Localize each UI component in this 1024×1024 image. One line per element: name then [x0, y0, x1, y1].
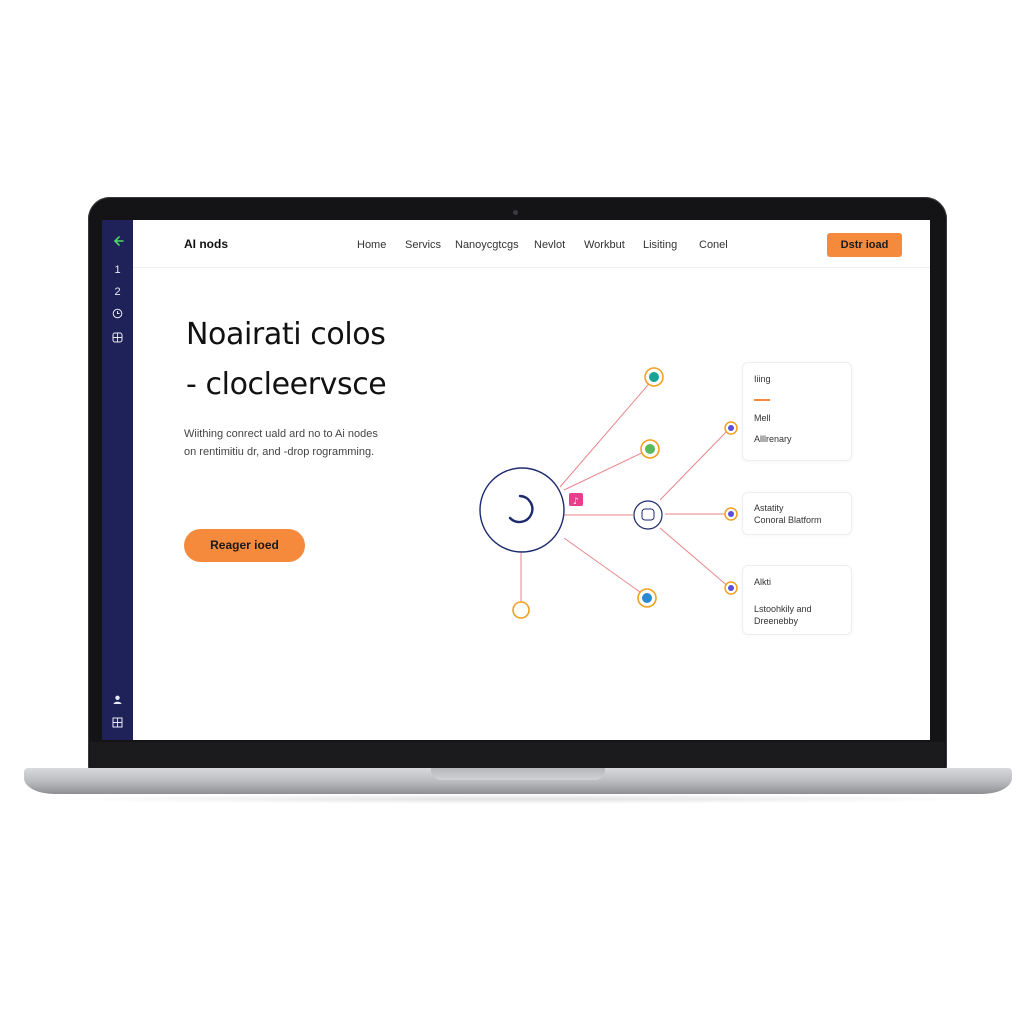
junction-node — [633, 500, 663, 530]
card-1-line-2: Mell — [754, 413, 771, 423]
laptop-notch — [431, 768, 605, 780]
card-1-accent-bar — [754, 399, 770, 401]
edge — [563, 537, 648, 598]
card-1-line-3: Alllrenary — [754, 434, 792, 444]
svg-text:♪: ♪ — [573, 497, 579, 507]
leaf-node — [637, 588, 657, 608]
edge — [659, 427, 731, 501]
node-diagram: ♪ — [479, 367, 738, 619]
connector-node — [724, 421, 738, 435]
laptop-shadow — [40, 794, 996, 804]
laptop-chin — [90, 742, 945, 770]
card-3-line-3: Dreenebby — [754, 616, 799, 626]
card-2-line-1: Astatity — [754, 503, 784, 513]
info-card-3[interactable]: Alkti Lstoohkily and Dreenebby — [742, 565, 852, 635]
info-card-2[interactable]: Astatity Conoral Blatform — [742, 492, 852, 535]
info-card-1[interactable]: Iiing Mell Alllrenary — [742, 362, 852, 461]
card-1-title: Iiing — [754, 374, 771, 384]
card-3-title: Alkti — [754, 577, 772, 587]
camera — [513, 210, 518, 215]
edge — [563, 448, 651, 491]
card-2-line-2: Conoral Blatform — [754, 515, 822, 525]
connector-node — [724, 581, 738, 595]
edge — [559, 377, 655, 488]
card-3-line-2: Lstoohkily and — [754, 604, 812, 614]
screen: 1 2 AI nods Home Servics Nanoycgtcgs Nev… — [102, 220, 930, 740]
leaf-node — [512, 601, 530, 619]
edge — [659, 527, 731, 589]
connector-node — [724, 507, 738, 521]
leaf-node — [640, 439, 660, 459]
leaf-node — [644, 367, 664, 387]
central-hub-node — [479, 467, 565, 553]
